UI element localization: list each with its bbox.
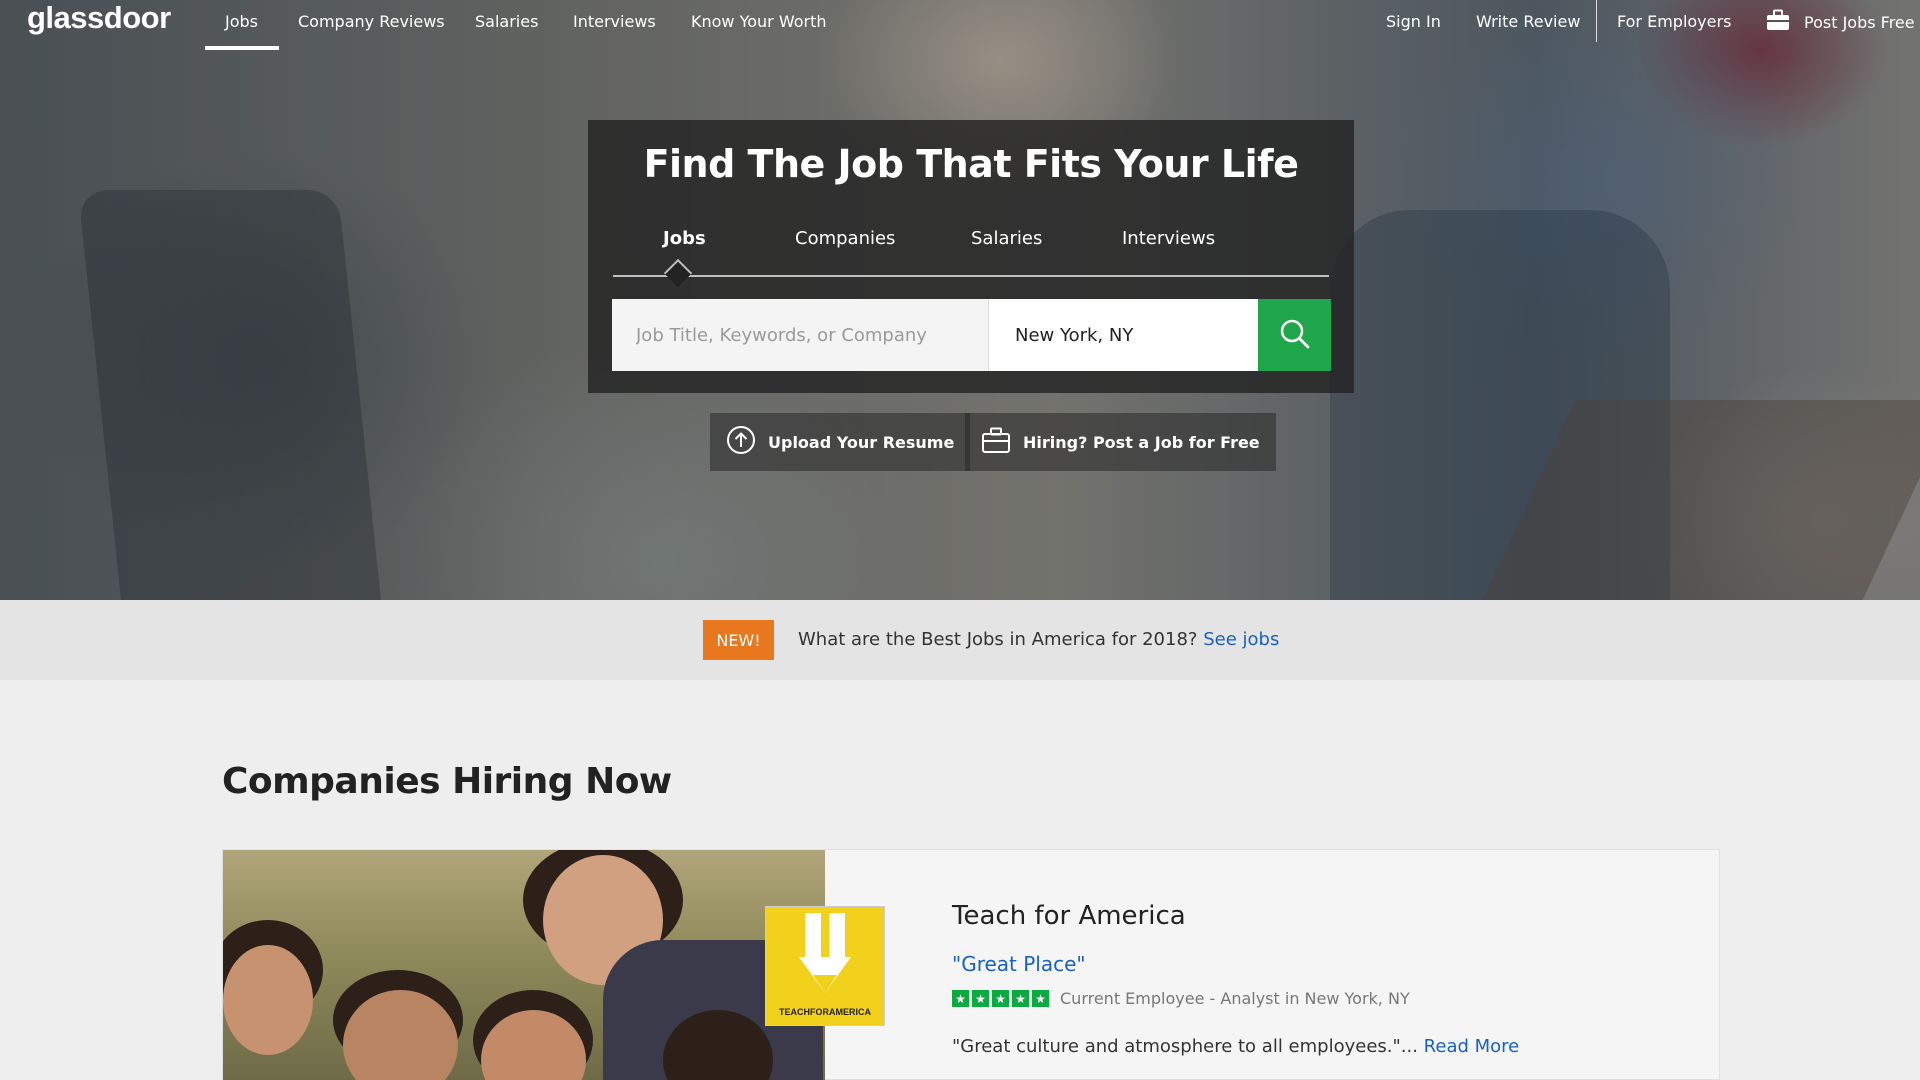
photo-figure xyxy=(223,945,313,1055)
star-icon: ★ xyxy=(1012,990,1029,1007)
review-text: "Great culture and atmosphere to all emp… xyxy=(952,1036,1418,1057)
company-name[interactable]: Teach for America xyxy=(952,901,1186,931)
company-logo[interactable]: TEACHFORAMERICA xyxy=(765,906,885,1026)
top-navigation: glassdoor Jobs Company Reviews Salaries … xyxy=(0,0,1920,50)
post-job-free-button[interactable]: Hiring? Post a Job for Free xyxy=(965,413,1276,471)
tab-salaries[interactable]: Salaries xyxy=(971,228,1042,249)
nav-know-your-worth[interactable]: Know Your Worth xyxy=(691,12,827,31)
search-icon xyxy=(1279,318,1311,353)
logo-caption: TEACHFORAMERICA xyxy=(779,1007,871,1017)
search-bar xyxy=(612,299,1331,371)
tab-companies[interactable]: Companies xyxy=(795,228,895,249)
upload-resume-button[interactable]: Upload Your Resume xyxy=(710,413,971,471)
post-jobs-free-link[interactable]: Post Jobs Free xyxy=(1766,9,1915,35)
review-title-link[interactable]: "Great Place" xyxy=(952,952,1086,976)
nav-salaries[interactable]: Salaries xyxy=(475,12,538,31)
companies-section-title: Companies Hiring Now xyxy=(222,761,672,802)
hero-title: Find The Job That Fits Your Life xyxy=(643,142,1299,186)
star-icon: ★ xyxy=(972,990,989,1007)
review-snippet: "Great culture and atmosphere to all emp… xyxy=(952,1036,1519,1057)
banner-text: What are the Best Jobs in America for 20… xyxy=(798,629,1198,650)
tab-interviews[interactable]: Interviews xyxy=(1122,228,1215,249)
nav-active-indicator xyxy=(205,46,279,50)
nav-company-reviews[interactable]: Company Reviews xyxy=(298,12,445,31)
star-rating: ★ ★ ★ ★ ★ xyxy=(952,990,1049,1007)
tab-underline xyxy=(613,275,1329,277)
company-card[interactable]: TEACHFORAMERICA Teach for America "Great… xyxy=(222,849,1720,1080)
new-badge: NEW! xyxy=(703,620,774,660)
star-icon: ★ xyxy=(1032,990,1049,1007)
upload-arrow-icon xyxy=(726,425,756,459)
write-review-link[interactable]: Write Review xyxy=(1476,12,1580,31)
nav-divider xyxy=(1596,0,1597,42)
nav-jobs[interactable]: Jobs xyxy=(225,12,258,31)
glassdoor-logo[interactable]: glassdoor xyxy=(27,0,171,36)
active-tab-caret xyxy=(663,258,693,288)
star-icon: ★ xyxy=(952,990,969,1007)
read-more-link[interactable]: Read More xyxy=(1424,1036,1520,1057)
upload-resume-label: Upload Your Resume xyxy=(768,432,955,452)
reviewer-info: Current Employee - Analyst in New York, … xyxy=(1060,989,1410,1008)
briefcase-icon xyxy=(1766,9,1790,35)
announcement-banner: NEW! What are the Best Jobs in America f… xyxy=(0,600,1920,680)
tab-jobs[interactable]: Jobs xyxy=(663,228,706,249)
search-button[interactable] xyxy=(1258,299,1331,371)
briefcase-icon xyxy=(981,426,1011,458)
company-photo xyxy=(223,850,825,1080)
banner-message: What are the Best Jobs in America for 20… xyxy=(798,629,1279,650)
for-employers-link[interactable]: For Employers xyxy=(1617,12,1731,31)
see-jobs-link[interactable]: See jobs xyxy=(1203,629,1279,650)
star-icon: ★ xyxy=(992,990,1009,1007)
pencil-logo-icon xyxy=(799,913,851,993)
location-input[interactable] xyxy=(988,299,1258,371)
post-jobs-label: Post Jobs Free xyxy=(1804,12,1915,32)
keyword-search-input[interactable] xyxy=(612,299,988,371)
post-job-label: Hiring? Post a Job for Free xyxy=(1023,432,1260,452)
sign-in-link[interactable]: Sign In xyxy=(1386,12,1441,31)
nav-interviews[interactable]: Interviews xyxy=(573,12,656,31)
